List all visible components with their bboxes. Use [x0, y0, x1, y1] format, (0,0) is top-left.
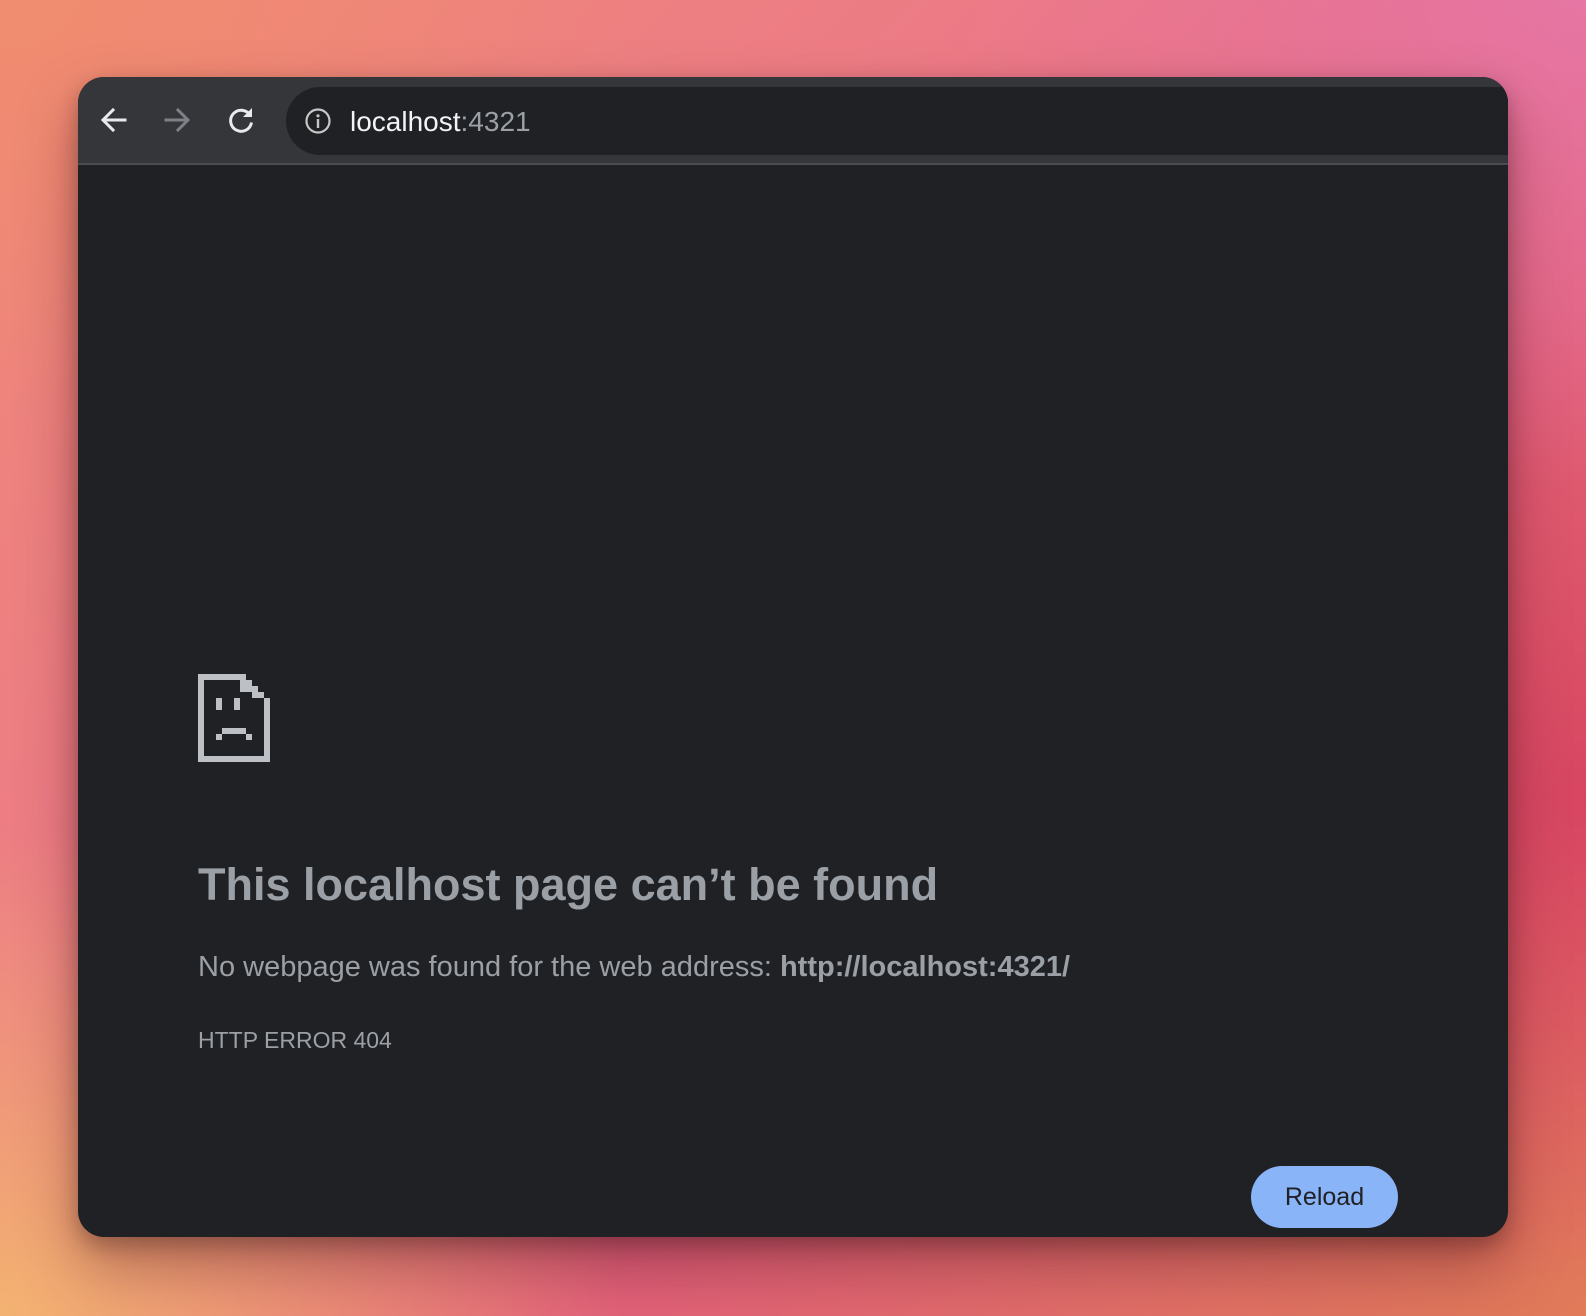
error-headline: This localhost page can’t be found	[198, 859, 939, 910]
error-message-url: http://localhost:4321/	[779, 951, 1071, 983]
arrow-right-icon	[164, 107, 191, 133]
address-bar[interactable]: localhost:4321	[286, 87, 1508, 155]
url-port: :4321	[460, 106, 531, 137]
error-message: No webpage was found for the web address…	[198, 949, 1070, 985]
reload-icon	[229, 108, 253, 133]
address-url: localhost:4321	[350, 106, 531, 138]
info-icon[interactable]	[304, 107, 332, 135]
forward-button[interactable]	[155, 98, 199, 142]
error-code: HTTP ERROR 404	[198, 1027, 392, 1053]
url-host: localhost	[350, 106, 461, 137]
reload-button[interactable]: Reload	[1251, 1166, 1398, 1228]
sad-document-icon	[198, 674, 270, 762]
browser-toolbar: localhost:4321	[78, 77, 1508, 163]
error-message-text: No webpage was found for the web address…	[198, 951, 780, 983]
reload-page-button[interactable]	[219, 98, 263, 142]
back-button[interactable]	[92, 98, 136, 142]
browser-window: localhost:4321 This localhost page can’t…	[78, 77, 1508, 1237]
arrow-left-icon	[100, 107, 127, 133]
error-page: This localhost page can’t be found No we…	[78, 165, 1508, 1237]
